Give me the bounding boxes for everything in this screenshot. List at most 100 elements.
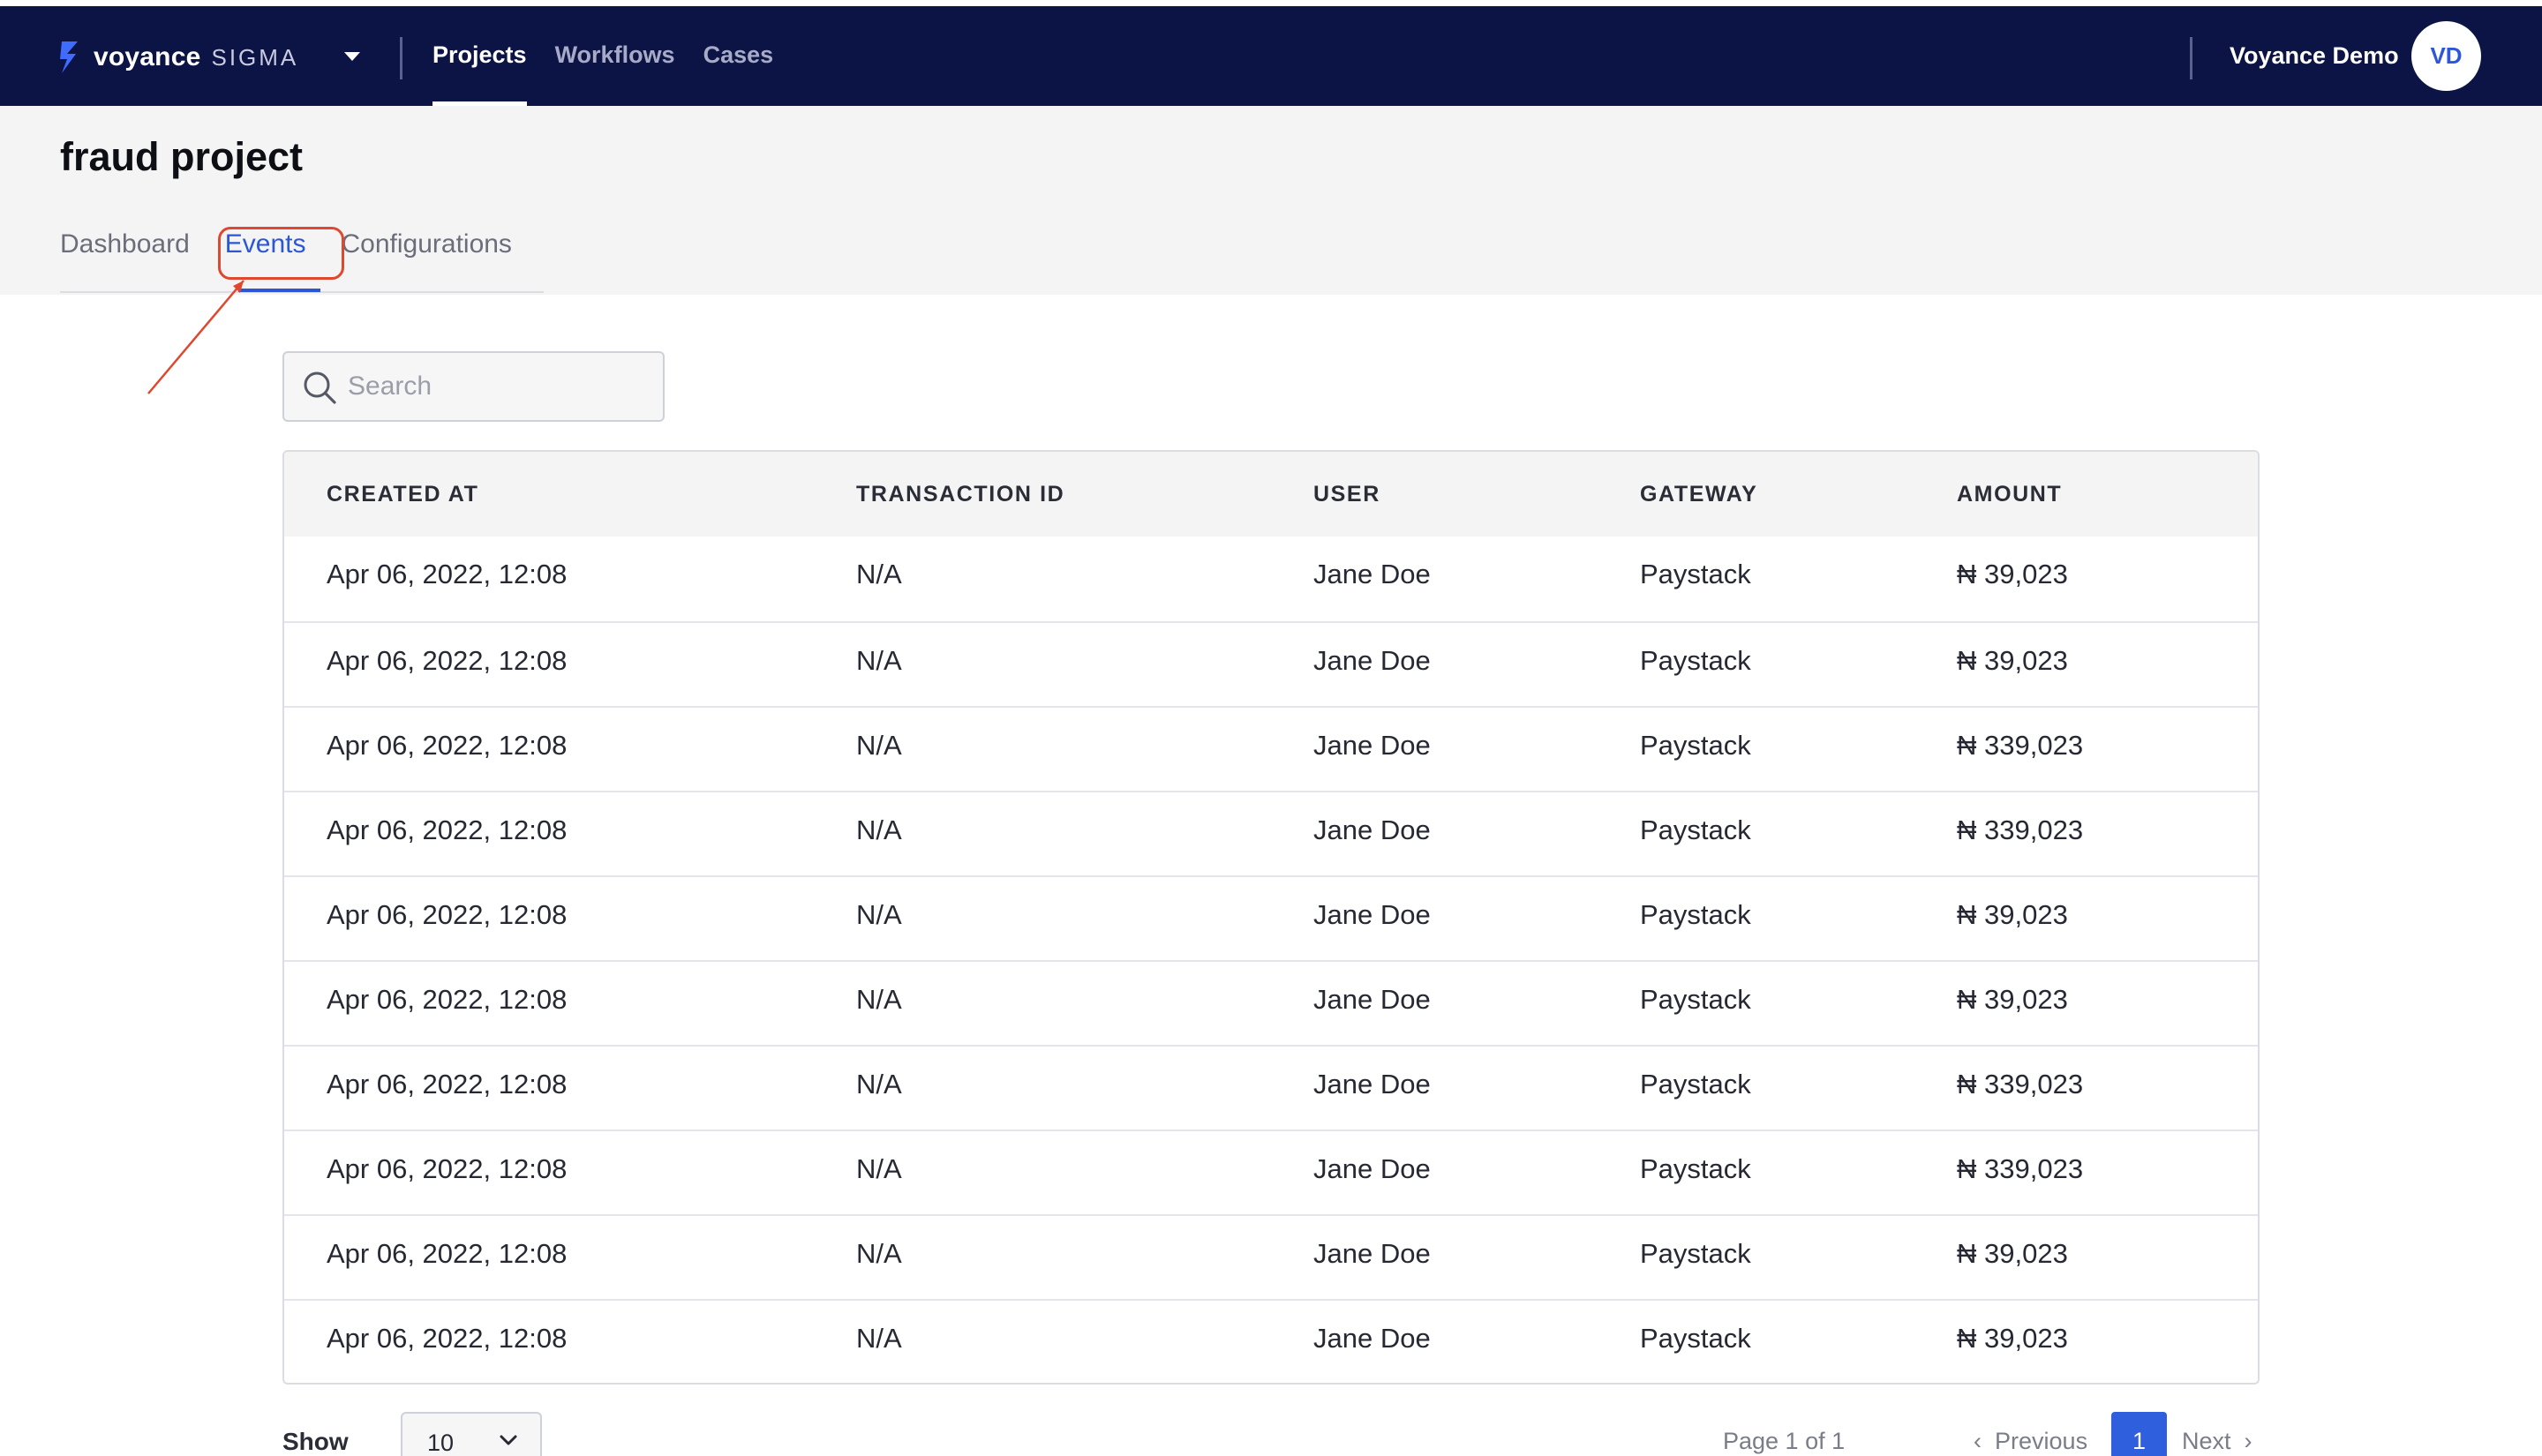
user-divider — [2190, 37, 2192, 79]
tab-configurations[interactable]: Configurations — [341, 221, 511, 282]
caret-down-icon[interactable] — [344, 52, 360, 61]
cell-created-at: Apr 06, 2022, 12:08 — [327, 1238, 568, 1269]
cell-transaction-id: N/A — [856, 559, 902, 589]
user-name[interactable]: Voyance Demo — [2230, 6, 2399, 106]
cell-transaction-id: N/A — [856, 1153, 902, 1184]
column-transaction-id[interactable]: TRANSACTION ID — [856, 452, 1064, 537]
cell-user: Jane Doe — [1313, 645, 1431, 676]
cell-created-at: Apr 06, 2022, 12:08 — [327, 899, 568, 930]
table-row[interactable]: Apr 06, 2022, 12:08 N/A Jane Doe Paystack ₦ … — [284, 621, 2258, 706]
events-table: CREATED AT TRANSACTION ID USER GATEWAY A… — [282, 450, 2260, 1385]
cell-gateway: Paystack — [1640, 1238, 1751, 1269]
annotation-highlight — [218, 227, 344, 280]
page-title: fraud project — [60, 134, 304, 179]
nav-workflows[interactable]: Workflows — [555, 6, 675, 106]
cell-gateway: Paystack — [1640, 814, 1751, 845]
cell-gateway: Paystack — [1640, 1069, 1751, 1100]
avatar[interactable]: VD — [2411, 21, 2481, 91]
cell-created-at: Apr 06, 2022, 12:08 — [327, 1323, 568, 1354]
cell-gateway: Paystack — [1640, 984, 1751, 1015]
cell-transaction-id: N/A — [856, 984, 902, 1015]
cell-transaction-id: N/A — [856, 814, 902, 845]
cell-amount: ₦ 39,023 — [1957, 559, 2068, 589]
column-gateway[interactable]: GATEWAY — [1640, 452, 1757, 537]
nav-cases[interactable]: Cases — [703, 6, 774, 106]
table-row[interactable]: Apr 06, 2022, 12:08 N/A Jane Doe Paystack ₦ … — [284, 1214, 2258, 1299]
cell-user: Jane Doe — [1313, 1069, 1431, 1100]
table-row[interactable]: Apr 06, 2022, 12:08 N/A Jane Doe Paystack ₦ … — [284, 791, 2258, 875]
project-header: fraud project Dashboard Events Configura… — [0, 106, 2542, 295]
cell-gateway: Paystack — [1640, 730, 1751, 761]
cell-gateway: Paystack — [1640, 899, 1751, 930]
previous-label: Previous — [1995, 1428, 2088, 1454]
cell-created-at: Apr 06, 2022, 12:08 — [327, 730, 568, 761]
cell-created-at: Apr 06, 2022, 12:08 — [327, 1069, 568, 1100]
page-1-button[interactable]: 1 — [2111, 1412, 2167, 1456]
cell-amount: ₦ 39,023 — [1957, 645, 2068, 676]
column-amount[interactable]: AMOUNT — [1957, 452, 2062, 537]
cell-transaction-id: N/A — [856, 1238, 902, 1269]
cell-amount: ₦ 39,023 — [1957, 1238, 2068, 1269]
cell-amount: ₦ 339,023 — [1957, 1153, 2084, 1184]
cell-created-at: Apr 06, 2022, 12:08 — [327, 814, 568, 845]
table-row[interactable]: Apr 06, 2022, 12:08 N/A Jane Doe Paystack ₦ … — [284, 1130, 2258, 1214]
cell-amount: ₦ 339,023 — [1957, 1069, 2084, 1100]
brand-product: SIGMA — [211, 43, 299, 71]
brand-logo[interactable]: voyance SIGMA — [58, 40, 298, 75]
cell-created-at: Apr 06, 2022, 12:08 — [327, 984, 568, 1015]
cell-transaction-id: N/A — [856, 730, 902, 761]
cell-gateway: Paystack — [1640, 559, 1751, 589]
cell-gateway: Paystack — [1640, 1153, 1751, 1184]
nav-projects[interactable]: Projects — [432, 6, 527, 106]
nav-divider — [400, 37, 402, 79]
table-row[interactable]: Apr 06, 2022, 12:08 N/A Jane Doe Paystack ₦ … — [284, 537, 2258, 621]
cell-user: Jane Doe — [1313, 984, 1431, 1015]
cell-user: Jane Doe — [1313, 1238, 1431, 1269]
cell-gateway: Paystack — [1640, 645, 1751, 676]
cell-created-at: Apr 06, 2022, 12:08 — [327, 645, 568, 676]
chevron-left-icon: ‹ — [1974, 1428, 1982, 1454]
cell-user: Jane Doe — [1313, 899, 1431, 930]
cell-transaction-id: N/A — [856, 899, 902, 930]
search-box[interactable] — [282, 351, 665, 422]
table-row[interactable]: Apr 06, 2022, 12:08 N/A Jane Doe Paystack ₦ … — [284, 706, 2258, 791]
cell-user: Jane Doe — [1313, 559, 1431, 589]
cell-transaction-id: N/A — [856, 1323, 902, 1354]
cell-created-at: Apr 06, 2022, 12:08 — [327, 559, 568, 589]
cell-user: Jane Doe — [1313, 1323, 1431, 1354]
cell-user: Jane Doe — [1313, 1153, 1431, 1184]
top-navigation-bar: voyance SIGMA Projects Workflows Cases V… — [0, 6, 2542, 106]
cell-amount: ₦ 339,023 — [1957, 730, 2084, 761]
cell-amount: ₦ 339,023 — [1957, 814, 2084, 845]
cell-user: Jane Doe — [1313, 814, 1431, 845]
table-row[interactable]: Apr 06, 2022, 12:08 N/A Jane Doe Paystack ₦ … — [284, 875, 2258, 960]
page-info: Page 1 of 1 — [1723, 1428, 1846, 1454]
chevron-right-icon: › — [2244, 1428, 2252, 1454]
cell-amount: ₦ 39,023 — [1957, 1323, 2068, 1354]
search-input[interactable] — [348, 353, 648, 420]
table-row[interactable]: Apr 06, 2022, 12:08 N/A Jane Doe Paystack ₦ … — [284, 1045, 2258, 1130]
previous-page-button[interactable]: ‹ Previous — [1974, 1428, 2087, 1455]
cell-transaction-id: N/A — [856, 1069, 902, 1100]
page-size-select[interactable]: 10 — [401, 1412, 542, 1456]
next-page-button[interactable]: Next › — [2182, 1428, 2252, 1455]
table-row[interactable]: Apr 06, 2022, 12:08 N/A Jane Doe Paystack ₦ … — [284, 960, 2258, 1045]
table-header: CREATED AT TRANSACTION ID USER GATEWAY A… — [284, 452, 2258, 537]
next-label: Next — [2182, 1428, 2231, 1454]
chevron-down-icon — [500, 1435, 517, 1445]
voyance-logo-icon — [60, 41, 78, 73]
column-user[interactable]: USER — [1313, 452, 1380, 537]
annotation-arrow-icon — [147, 280, 244, 394]
page-size-value: 10 — [427, 1430, 455, 1456]
cell-transaction-id: N/A — [856, 645, 902, 676]
main-nav: Projects Workflows Cases — [432, 6, 801, 106]
cell-amount: ₦ 39,023 — [1957, 984, 2068, 1015]
column-created-at[interactable]: CREATED AT — [327, 452, 478, 537]
search-icon — [304, 372, 336, 404]
cell-user: Jane Doe — [1313, 730, 1431, 761]
table-row[interactable]: Apr 06, 2022, 12:08 N/A Jane Doe Paystack ₦ … — [284, 1299, 2258, 1383]
show-label: Show — [282, 1428, 349, 1455]
brand-name: voyance — [94, 42, 201, 71]
table-body: Apr 06, 2022, 12:08 N/A Jane Doe Paystack ₦ … — [284, 537, 2258, 1383]
cell-amount: ₦ 39,023 — [1957, 899, 2068, 930]
